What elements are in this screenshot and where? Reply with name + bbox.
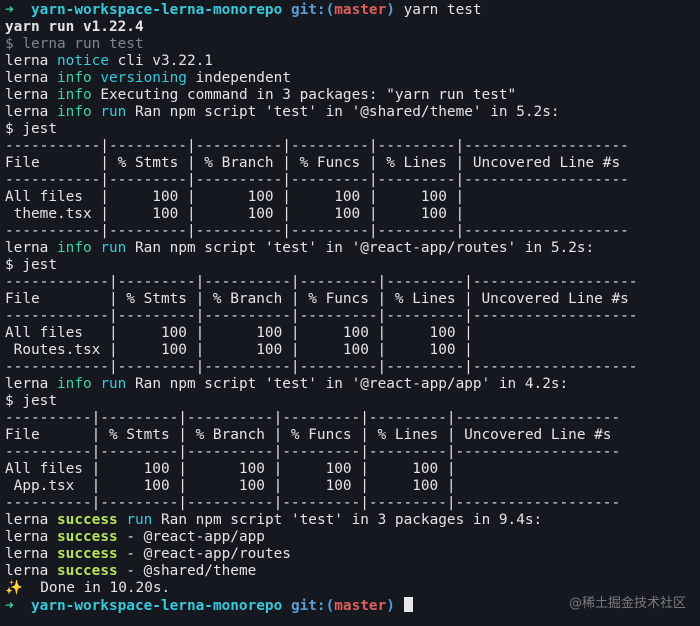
command-text: yarn test bbox=[403, 2, 482, 18]
lerna-versioning-line: lerna info versioning independent bbox=[5, 70, 291, 86]
coverage-table-row: All files | 100 | 100 | 100 | 100 | bbox=[5, 189, 629, 205]
done-line: ✨ Done in 10.20s. bbox=[5, 580, 700, 597]
git-label: git: bbox=[290, 598, 326, 614]
sparkles-icon: ✨ bbox=[5, 580, 23, 596]
coverage-table-header: File | % Stmts | % Branch | % Funcs | % … bbox=[5, 291, 638, 307]
prompt-directory: yarn-workspace-lerna-monorepo bbox=[31, 598, 283, 614]
jest-command-line: $ jest bbox=[5, 393, 57, 409]
coverage-table-line: ------------|---------|----------|------… bbox=[5, 308, 638, 324]
lerna-run-result-line: lerna info run Ran npm script 'test' in … bbox=[5, 240, 595, 256]
coverage-table-line: ------------|---------|----------|------… bbox=[5, 274, 638, 290]
lerna-notice-line: lerna notice cli v3.22.1 bbox=[5, 53, 213, 69]
lerna-success-item: lerna success - @shared/theme bbox=[5, 563, 257, 579]
jest-command-line: $ jest bbox=[5, 121, 57, 137]
coverage-table-line: ------------|---------|----------|------… bbox=[5, 359, 638, 375]
coverage-table-line: ----------|---------|----------|--------… bbox=[5, 444, 621, 460]
coverage-table-line: -----------|---------|----------|-------… bbox=[5, 138, 629, 154]
lerna-run-result-line: lerna info run Ran npm script 'test' in … bbox=[5, 104, 560, 120]
coverage-table-row: Routes.tsx | 100 | 100 | 100 | 100 | bbox=[5, 342, 638, 358]
lerna-exec-line: lerna info Executing command in 3 packag… bbox=[5, 87, 517, 103]
coverage-table-line: ----------|---------|----------|--------… bbox=[5, 410, 621, 426]
terminal-window[interactable]: ➜ yarn-workspace-lerna-monorepo git:(mas… bbox=[0, 0, 700, 626]
lerna-success-item: lerna success - @react-app/routes bbox=[5, 546, 291, 562]
jest-command-line: $ jest bbox=[5, 257, 57, 273]
lerna-run-line: $ lerna run test bbox=[5, 36, 144, 52]
prompt-arrow-icon: ➜ bbox=[5, 598, 14, 614]
coverage-table-row: All files | 100 | 100 | 100 | 100 | bbox=[5, 325, 638, 341]
coverage-table-row: theme.tsx | 100 | 100 | 100 | 100 | bbox=[5, 206, 629, 222]
prompt-arrow-icon: ➜ bbox=[5, 2, 14, 18]
coverage-table-line: -----------|---------|----------|-------… bbox=[5, 172, 629, 188]
coverage-table-line: -----------|---------|----------|-------… bbox=[5, 223, 629, 239]
yarn-version-line: yarn run v1.22.4 bbox=[5, 19, 144, 35]
coverage-table-row: App.tsx | 100 | 100 | 100 | 100 | bbox=[5, 478, 621, 494]
coverage-table-header: File | % Stmts | % Branch | % Funcs | % … bbox=[5, 155, 629, 171]
git-label: git: bbox=[290, 2, 326, 18]
done-text: Done in 10.20s. bbox=[40, 580, 171, 596]
prompt-directory: yarn-workspace-lerna-monorepo bbox=[31, 2, 283, 18]
coverage-table-header: File | % Stmts | % Branch | % Funcs | % … bbox=[5, 427, 621, 443]
git-branch: master bbox=[334, 598, 387, 614]
lerna-run-result-line: lerna info run Ran npm script 'test' in … bbox=[5, 376, 569, 392]
watermark: @稀土掘金技术社区 bbox=[568, 596, 686, 611]
terminal-cursor[interactable] bbox=[403, 597, 413, 612]
coverage-table-row: All files | 100 | 100 | 100 | 100 | bbox=[5, 461, 621, 477]
prompt-line: ➜ yarn-workspace-lerna-monorepo git:(mas… bbox=[5, 2, 482, 18]
lerna-success-summary: lerna success run Ran npm script 'test' … bbox=[5, 512, 543, 528]
git-branch: master bbox=[334, 2, 387, 18]
lerna-success-item: lerna success - @react-app/app bbox=[5, 529, 265, 545]
coverage-table-line: ----------|---------|----------|--------… bbox=[5, 495, 621, 511]
